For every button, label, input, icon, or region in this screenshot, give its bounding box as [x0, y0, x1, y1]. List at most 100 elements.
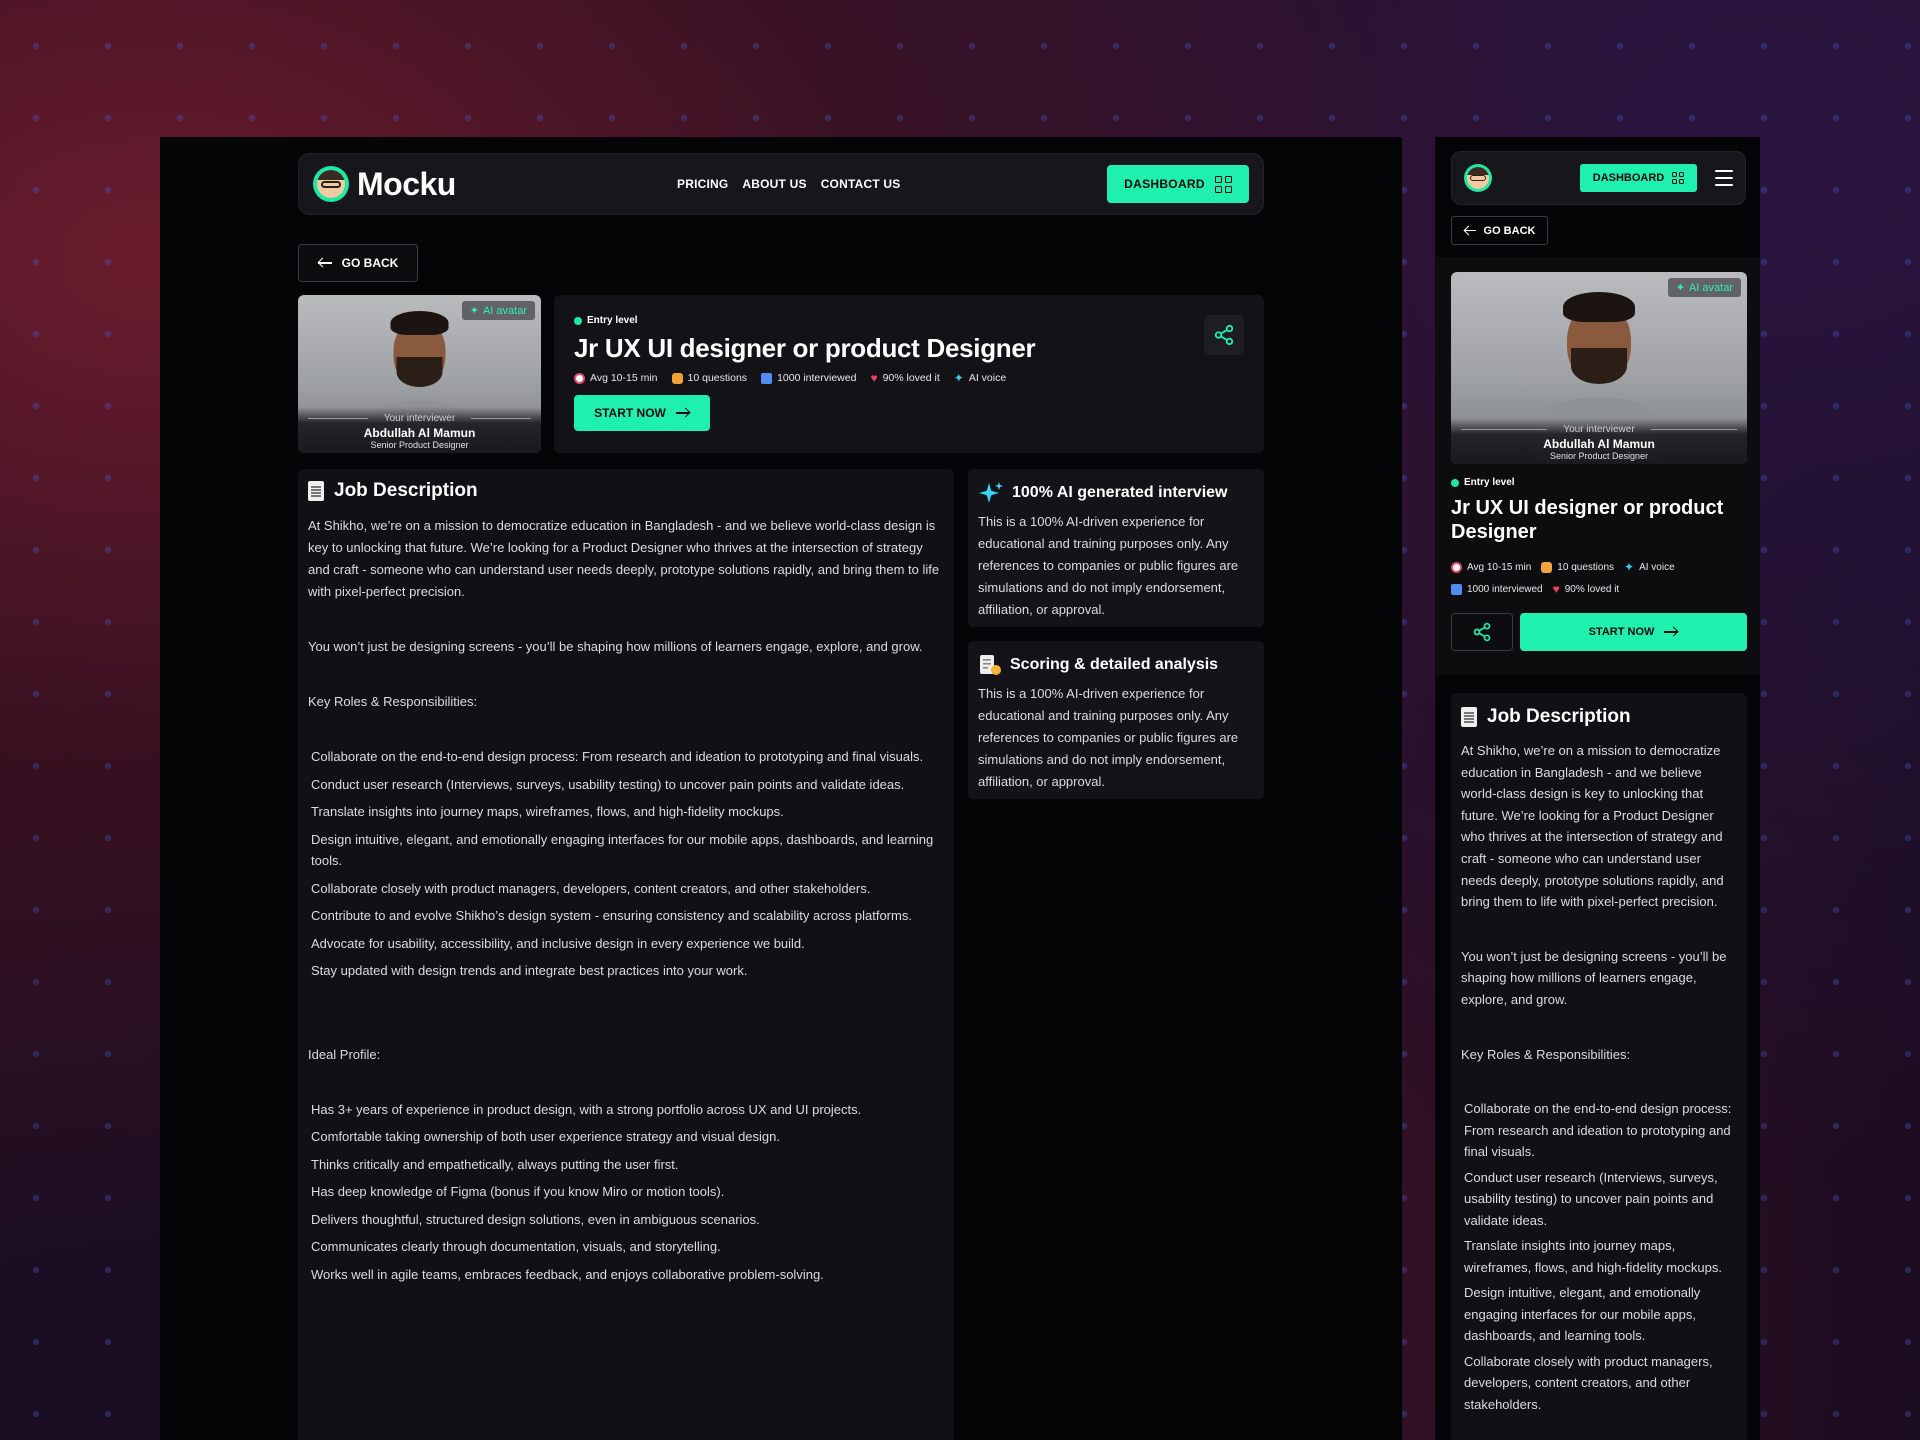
list-item: Collaborate closely with product manager… [311, 880, 871, 896]
navbar: Mocku PRICING ABOUT US CONTACT US DASHBO… [298, 153, 1264, 215]
list-item: Conduct user research (Interviews, surve… [1464, 1169, 1718, 1228]
list-item: Translate insights into journey maps, wi… [1464, 1238, 1722, 1275]
document-icon [1461, 707, 1477, 727]
mobile-job-description-panel: Job Description At Shikho, we’re on a mi… [1451, 693, 1747, 1440]
mobile-start-now-button[interactable]: START NOW [1520, 613, 1747, 651]
clock-icon [574, 372, 585, 384]
list-item: Design intuitive, elegant, and emotional… [311, 831, 934, 869]
ai-avatar-badge: ✦ AI avatar [461, 301, 535, 320]
interviewer-role: Senior Product Designer [1549, 451, 1649, 461]
mobile-job-title: Jr UX UI designer or product Designer [1451, 497, 1724, 543]
list-item: Contribute to and evolve Shikho’s design… [311, 908, 912, 923]
logo-avatar-icon [313, 166, 349, 202]
meta-duration: Avg 10-15 min [574, 371, 658, 385]
logo-avatar-icon[interactable] [1464, 164, 1492, 192]
arrow-right-icon [1664, 627, 1679, 637]
meta-voice: ✦ AI voice [1624, 560, 1675, 574]
status-dot-icon [1451, 478, 1459, 487]
interviewer-info: Your interviewer Abdullah Al Mamun Senio… [298, 407, 541, 453]
ai-avatar-badge-label: AI avatar [482, 304, 527, 317]
scoring-heading: Scoring & detailed analysis [978, 653, 1254, 677]
clock-icon [1451, 561, 1462, 573]
questions-text: 10 questions [687, 372, 748, 384]
mobile-dashboard-button[interactable]: DASHBOARD [1580, 164, 1697, 192]
sparkle-icon: ✦ [1624, 560, 1635, 574]
scoring-card: Scoring & detailed analysis This is a 10… [968, 641, 1264, 799]
meta-duration: Avg 10-15 min [1451, 560, 1531, 574]
ai-generated-text: This is a 100% AI-driven experience for … [978, 514, 1239, 617]
chat-icon [761, 372, 773, 384]
list-item: Collaborate on the end-to-end design pro… [1464, 1101, 1732, 1160]
list-item: Collaborate closely with product manager… [1464, 1353, 1713, 1412]
hamburger-menu-icon[interactable] [1715, 170, 1733, 186]
description-intro: At Shikho, we’re on a mission to democra… [1461, 743, 1724, 910]
job-description-heading: Job Description [334, 480, 478, 501]
interviewer-info: Your interviewer Abdullah Al Mamun Senio… [1451, 418, 1747, 464]
job-description-header: Job Description [308, 480, 944, 502]
scoring-title: Scoring & detailed analysis [1010, 656, 1219, 673]
ai-avatar-badge: ✦ AI avatar [1667, 278, 1741, 297]
interviewer-name: Abdullah Al Mamun [1543, 437, 1655, 451]
job-header-card: Entry level Jr UX UI designer or product… [554, 295, 1264, 453]
meta-voice: ✦ AI voice [954, 371, 1006, 385]
dashboard-button-label: DASHBOARD [1124, 177, 1205, 191]
logo[interactable]: Mocku [313, 166, 456, 203]
ai-generated-title: 100% AI generated interview [1012, 484, 1228, 501]
mobile-go-back-button[interactable]: GO BACK [1451, 216, 1548, 245]
list-item: Has deep knowledge of Figma (bonus if yo… [311, 1184, 725, 1199]
roles-heading: Key Roles & Responsibilities: [1461, 1046, 1631, 1062]
mobile-view: DASHBOARD GO BACK ✦ AI avatar Your inter… [1435, 137, 1760, 1440]
mobile-share-button[interactable] [1451, 613, 1513, 651]
nav-link-pricing[interactable]: PRICING [677, 177, 728, 191]
ai-generated-card: 100% AI generated interview This is a 10… [968, 469, 1264, 627]
share-icon [1214, 324, 1234, 346]
interviewed-text: 1000 interviewed [1467, 583, 1543, 595]
description-intro: At Shikho, we’re on a mission to democra… [308, 518, 940, 599]
list-item: Advocate for usability, accessibility, a… [311, 935, 805, 951]
profile-heading: Ideal Profile: [308, 1046, 381, 1062]
job-description-panel: Job Description At Shikho, we’re on a mi… [298, 469, 954, 1440]
sparkle-icon: ✦ [953, 371, 964, 385]
scoring-text: This is a 100% AI-driven experience for … [978, 686, 1239, 789]
arrow-left-icon [317, 258, 332, 268]
nav-link-contact[interactable]: CONTACT US [821, 177, 901, 191]
duration-text: Avg 10-15 min [590, 372, 658, 384]
voice-text: AI voice [1639, 561, 1675, 573]
chat-icon [1451, 583, 1462, 595]
mobile-level-label: Entry level [1464, 477, 1515, 488]
share-icon [1473, 622, 1491, 642]
start-now-label: START NOW [594, 406, 666, 420]
meta-questions: 10 questions [671, 371, 748, 385]
interviewer-name: Abdullah Al Mamun [363, 426, 476, 440]
roles-list: Collaborate on the end-to-end design pro… [1461, 1098, 1737, 1415]
meta-questions: 10 questions [1541, 560, 1614, 574]
interviewer-role: Senior Product Designer [370, 440, 469, 450]
meta-loved: ♥ 90% loved it [870, 371, 939, 385]
list-item: Has 3+ years of experience in product de… [311, 1101, 862, 1117]
job-title: Jr UX UI designer or product Designer [574, 333, 1036, 363]
profile-list: Has 3+ years of experience in product de… [308, 1099, 944, 1286]
arrow-left-icon [1463, 226, 1476, 236]
level-label: Entry level [587, 315, 638, 326]
meta-loved: ♥ 90% loved it [1553, 582, 1620, 596]
ai-generated-heading: 100% AI generated interview [978, 481, 1254, 505]
share-button[interactable] [1204, 315, 1244, 355]
grid-icon [1214, 175, 1232, 193]
sparkle-icon: ✦ [1675, 282, 1685, 294]
list-item: Design intuitive, elegant, and emotional… [1464, 1285, 1701, 1344]
question-icon [1541, 561, 1553, 573]
nav-link-about[interactable]: ABOUT US [742, 177, 806, 191]
loved-text: 90% loved it [882, 372, 940, 384]
list-item: Comfortable taking ownership of both use… [311, 1129, 780, 1144]
start-now-button[interactable]: START NOW [574, 395, 710, 431]
go-back-label: GO BACK [341, 256, 399, 270]
description-intro-2: You won’t just be designing screens - yo… [1461, 948, 1727, 1007]
document-icon [308, 481, 324, 501]
dashboard-button[interactable]: DASHBOARD [1107, 165, 1249, 203]
mobile-level-badge: Entry level [1451, 477, 1515, 488]
interviewer-label: Your interviewer [1563, 424, 1635, 435]
go-back-button[interactable]: GO BACK [298, 244, 418, 282]
job-description-body: At Shikho, we’re on a mission to democra… [308, 515, 944, 1285]
job-description-header: Job Description [1461, 706, 1737, 728]
questions-text: 10 questions [1557, 561, 1615, 573]
